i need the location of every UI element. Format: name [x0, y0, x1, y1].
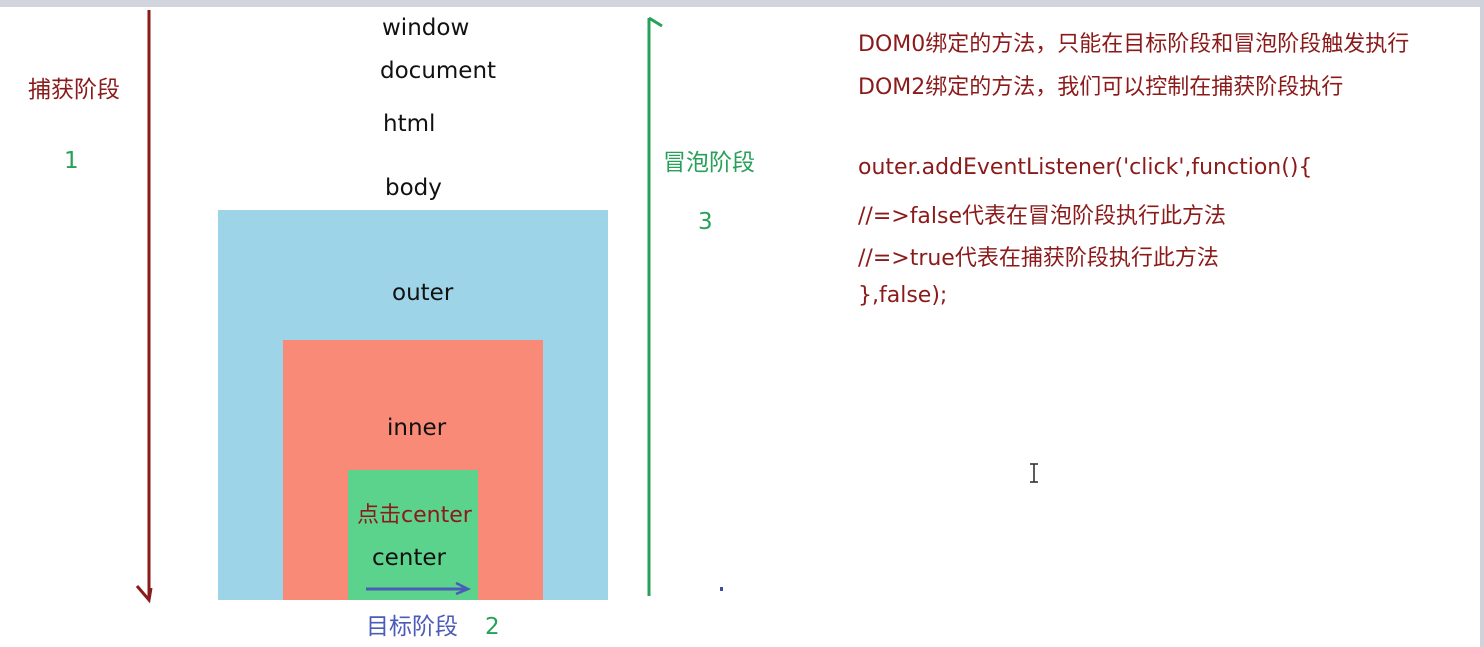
- note-dom2: DOM2绑定的方法，我们可以控制在捕获阶段执行: [858, 75, 1344, 100]
- dom-level-document: document: [380, 58, 497, 84]
- click-center-label: 点击center: [357, 503, 472, 528]
- note-dom0: DOM0绑定的方法，只能在目标阶段和冒泡阶段触发执行: [858, 32, 1410, 57]
- target-phase-label: 目标阶段: [366, 614, 458, 640]
- capture-phase-number: 1: [64, 148, 79, 174]
- bubble-phase-number: 3: [698, 209, 713, 235]
- target-arrow: [366, 581, 472, 596]
- capture-arrow: [135, 10, 153, 604]
- stray-dot: [720, 587, 723, 591]
- code-line-3: //=>true代表在捕获阶段执行此方法: [858, 246, 1219, 271]
- center-label: center: [372, 545, 446, 571]
- bubble-phase-label: 冒泡阶段: [663, 150, 755, 176]
- dom-level-window: window: [382, 15, 470, 41]
- code-line-4: },false);: [858, 283, 948, 308]
- code-line-2: //=>false代表在冒泡阶段执行此方法: [858, 204, 1227, 229]
- text-cursor-icon: [1030, 463, 1038, 483]
- capture-phase-label: 捕获阶段: [28, 77, 120, 103]
- code-line-1: outer.addEventListener('click',function(…: [858, 155, 1313, 180]
- inner-label: inner: [387, 415, 447, 441]
- bubble-arrow: [647, 16, 663, 596]
- dom-level-html: html: [383, 111, 436, 137]
- dom-level-body: body: [385, 175, 442, 201]
- target-phase-number: 2: [485, 614, 500, 640]
- outer-label: outer: [392, 280, 454, 306]
